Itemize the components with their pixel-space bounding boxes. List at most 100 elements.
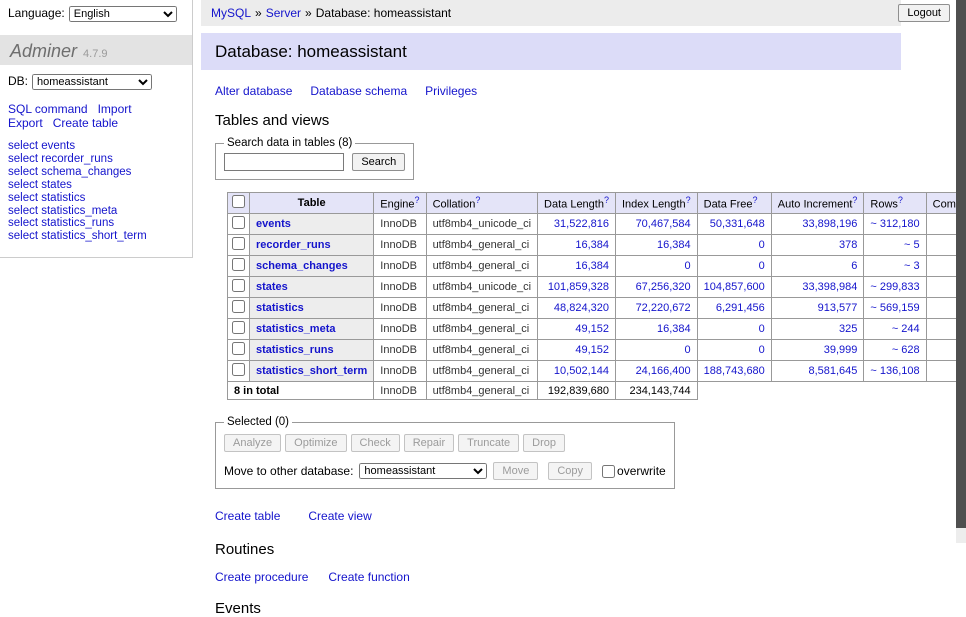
sidebar-table-link[interactable]: select schema_changes: [8, 166, 184, 179]
drop-button[interactable]: Drop: [523, 434, 565, 452]
create-view-link[interactable]: Create view: [308, 509, 371, 523]
create-table-link[interactable]: Create table: [215, 509, 280, 523]
create-function-link[interactable]: Create function: [328, 570, 409, 584]
index-length-cell[interactable]: 0: [615, 256, 697, 277]
import-link[interactable]: Import: [98, 102, 132, 116]
truncate-button[interactable]: Truncate: [458, 434, 519, 452]
auto-increment-cell[interactable]: 33,898,196: [771, 214, 864, 235]
row-checkbox[interactable]: [232, 258, 245, 271]
auto-increment-cell[interactable]: 33,398,984: [771, 277, 864, 298]
create-table-sidebar-link[interactable]: Create table: [53, 116, 118, 130]
rows-cell[interactable]: ~ 628: [864, 340, 926, 361]
table-name-link[interactable]: statistics: [256, 302, 304, 314]
breadcrumb-server-link[interactable]: Server: [266, 6, 301, 20]
rows-cell[interactable]: ~ 312,180: [864, 214, 926, 235]
row-checkbox[interactable]: [232, 321, 245, 334]
help-icon[interactable]: ?: [898, 195, 903, 205]
optimize-button[interactable]: Optimize: [285, 434, 346, 452]
row-checkbox[interactable]: [232, 279, 245, 292]
vertical-scrollbar[interactable]: [956, 0, 966, 543]
help-icon[interactable]: ?: [753, 195, 758, 205]
table-search-input[interactable]: [224, 153, 344, 171]
help-icon[interactable]: ?: [475, 195, 480, 205]
rows-cell[interactable]: ~ 299,833: [864, 277, 926, 298]
data-free-cell[interactable]: 0: [697, 235, 771, 256]
breadcrumb-mysql-link[interactable]: MySQL: [211, 6, 251, 20]
index-length-cell[interactable]: 16,384: [615, 235, 697, 256]
rows-cell[interactable]: ~ 569,159: [864, 298, 926, 319]
help-icon[interactable]: ?: [852, 195, 857, 205]
alter-database-link[interactable]: Alter database: [215, 84, 292, 98]
data-free-cell[interactable]: 0: [697, 340, 771, 361]
sidebar-table-link[interactable]: select statistics_short_term: [8, 230, 184, 243]
row-checkbox[interactable]: [232, 342, 245, 355]
sidebar-table-link[interactable]: select states: [8, 179, 184, 192]
row-checkbox[interactable]: [232, 300, 245, 313]
scrollbar-thumb[interactable]: [956, 0, 966, 528]
data-length-cell[interactable]: 49,152: [538, 340, 616, 361]
logout-button[interactable]: Logout: [898, 4, 950, 22]
data-length-cell[interactable]: 31,522,816: [538, 214, 616, 235]
overwrite-checkbox[interactable]: [602, 465, 615, 478]
auto-increment-cell[interactable]: 913,577: [771, 298, 864, 319]
auto-increment-cell[interactable]: 378: [771, 235, 864, 256]
sidebar-table-link[interactable]: select events: [8, 140, 184, 153]
auto-increment-cell[interactable]: 39,999: [771, 340, 864, 361]
help-icon[interactable]: ?: [604, 195, 609, 205]
auto-increment-cell[interactable]: 325: [771, 319, 864, 340]
table-name-link[interactable]: events: [256, 218, 291, 230]
table-name-link[interactable]: states: [256, 281, 288, 293]
sidebar-table-link[interactable]: select statistics_meta: [8, 205, 184, 218]
data-length-cell[interactable]: 16,384: [538, 256, 616, 277]
data-free-cell[interactable]: 104,857,600: [697, 277, 771, 298]
data-free-cell[interactable]: 0: [697, 319, 771, 340]
table-name-link[interactable]: schema_changes: [256, 260, 348, 272]
data-free-cell[interactable]: 6,291,456: [697, 298, 771, 319]
rows-cell[interactable]: ~ 3: [864, 256, 926, 277]
auto-increment-cell[interactable]: 8,581,645: [771, 361, 864, 382]
copy-button[interactable]: Copy: [548, 462, 592, 480]
repair-button[interactable]: Repair: [404, 434, 454, 452]
table-name-link[interactable]: recorder_runs: [256, 239, 331, 251]
table-name-link[interactable]: statistics_runs: [256, 344, 334, 356]
search-button[interactable]: Search: [352, 153, 405, 171]
data-length-cell[interactable]: 10,502,144: [538, 361, 616, 382]
analyze-button[interactable]: Analyze: [224, 434, 281, 452]
sidebar-table-link[interactable]: select statistics_runs: [8, 217, 184, 230]
sidebar-table-link[interactable]: select statistics: [8, 192, 184, 205]
data-free-cell[interactable]: 188,743,680: [697, 361, 771, 382]
index-length-cell[interactable]: 70,467,584: [615, 214, 697, 235]
rows-cell[interactable]: ~ 244: [864, 319, 926, 340]
data-free-cell[interactable]: 0: [697, 256, 771, 277]
row-checkbox[interactable]: [232, 216, 245, 229]
index-length-cell[interactable]: 67,256,320: [615, 277, 697, 298]
sql-command-link[interactable]: SQL command: [8, 102, 88, 116]
privileges-link[interactable]: Privileges: [425, 84, 477, 98]
index-length-cell[interactable]: 72,220,672: [615, 298, 697, 319]
auto-increment-cell[interactable]: 6: [771, 256, 864, 277]
move-button[interactable]: Move: [493, 462, 538, 480]
database-schema-link[interactable]: Database schema: [310, 84, 407, 98]
data-length-cell[interactable]: 101,859,328: [538, 277, 616, 298]
sidebar-table-link[interactable]: select recorder_runs: [8, 153, 184, 166]
data-free-cell[interactable]: 50,331,648: [697, 214, 771, 235]
create-procedure-link[interactable]: Create procedure: [215, 570, 308, 584]
db-select[interactable]: homeassistant: [32, 74, 152, 90]
table-name-link[interactable]: statistics_meta: [256, 323, 336, 335]
rows-cell[interactable]: ~ 136,108: [864, 361, 926, 382]
index-length-cell[interactable]: 16,384: [615, 319, 697, 340]
data-length-cell[interactable]: 48,824,320: [538, 298, 616, 319]
row-checkbox[interactable]: [232, 363, 245, 376]
data-length-cell[interactable]: 49,152: [538, 319, 616, 340]
table-name-link[interactable]: statistics_short_term: [256, 365, 367, 377]
rows-cell[interactable]: ~ 5: [864, 235, 926, 256]
help-icon[interactable]: ?: [686, 195, 691, 205]
move-db-select[interactable]: homeassistant: [359, 463, 487, 479]
select-all-checkbox[interactable]: [232, 195, 245, 208]
language-select[interactable]: English: [69, 6, 177, 22]
export-link[interactable]: Export: [8, 116, 43, 130]
index-length-cell[interactable]: 24,166,400: [615, 361, 697, 382]
row-checkbox[interactable]: [232, 237, 245, 250]
data-length-cell[interactable]: 16,384: [538, 235, 616, 256]
help-icon[interactable]: ?: [415, 195, 420, 205]
